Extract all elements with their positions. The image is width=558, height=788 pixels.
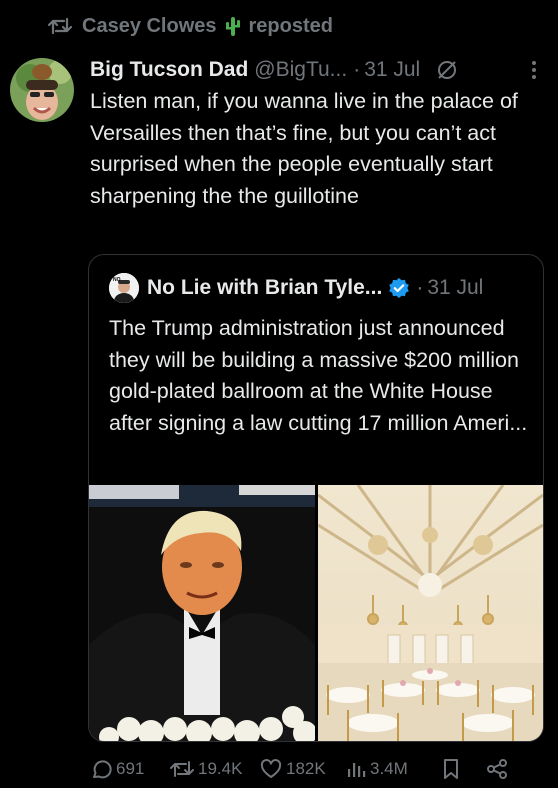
repost-indicator[interactable]: Casey Clowes reposted [48,12,333,40]
like-count: 182K [286,759,326,778]
post-text: Listen man, if you wanna live in the pal… [90,89,518,208]
reply-icon [90,758,112,780]
quoted-media[interactable] [89,485,543,741]
repost-user[interactable]: Casey Clowes [82,15,217,38]
quoted-date[interactable]: 31 Jul [427,276,483,300]
like-icon [260,759,282,779]
reply-count: 691 [116,759,145,778]
post-date[interactable]: 31 Jul [364,58,420,82]
repost-action-icon [170,759,194,779]
quoted-post[interactable]: NO No Lie with Brian Tyle... · 31 Jul Th… [88,254,544,742]
media-photo-portrait[interactable] [89,485,315,741]
quoted-post-header: NO No Lie with Brian Tyle... · 31 Jul [109,273,525,303]
avatar[interactable] [10,58,74,122]
bookmark-icon [442,758,460,780]
share-button[interactable] [486,758,508,780]
like-button[interactable]: 182K [260,759,346,779]
post-actions: 691 19.4K 182K 3.4M [90,754,546,784]
grok-icon[interactable] [436,59,458,81]
quoted-avatar[interactable]: NO [109,273,139,303]
more-icon[interactable] [524,59,544,81]
quoted-separator-dot: · [416,276,424,299]
separator-dot: · [353,58,361,81]
view-count: 3.4M [370,759,408,778]
bookmark-button[interactable] [442,758,486,780]
quoted-author-name[interactable]: No Lie with Brian Tyle... [147,276,382,300]
verified-icon [388,277,410,299]
reply-button[interactable]: 691 [90,758,170,780]
repost-icon [48,15,74,37]
views-icon [346,759,366,779]
cactus-icon [225,16,241,36]
repost-label: reposted [248,14,333,37]
repost-count: 19.4K [198,759,243,778]
post-header: Big Tucson Dad @BigTu... · 31 Jul [90,54,544,86]
media-photo-ballroom[interactable] [317,485,543,741]
views-button[interactable]: 3.4M [346,759,442,779]
share-icon [486,758,508,780]
author-handle[interactable]: @BigTu... [254,58,347,82]
quoted-text: The Trump administration just announced … [109,316,528,435]
svg-text:NO: NO [113,277,121,283]
author-name[interactable]: Big Tucson Dad [90,58,248,82]
repost-button[interactable]: 19.4K [170,759,260,779]
